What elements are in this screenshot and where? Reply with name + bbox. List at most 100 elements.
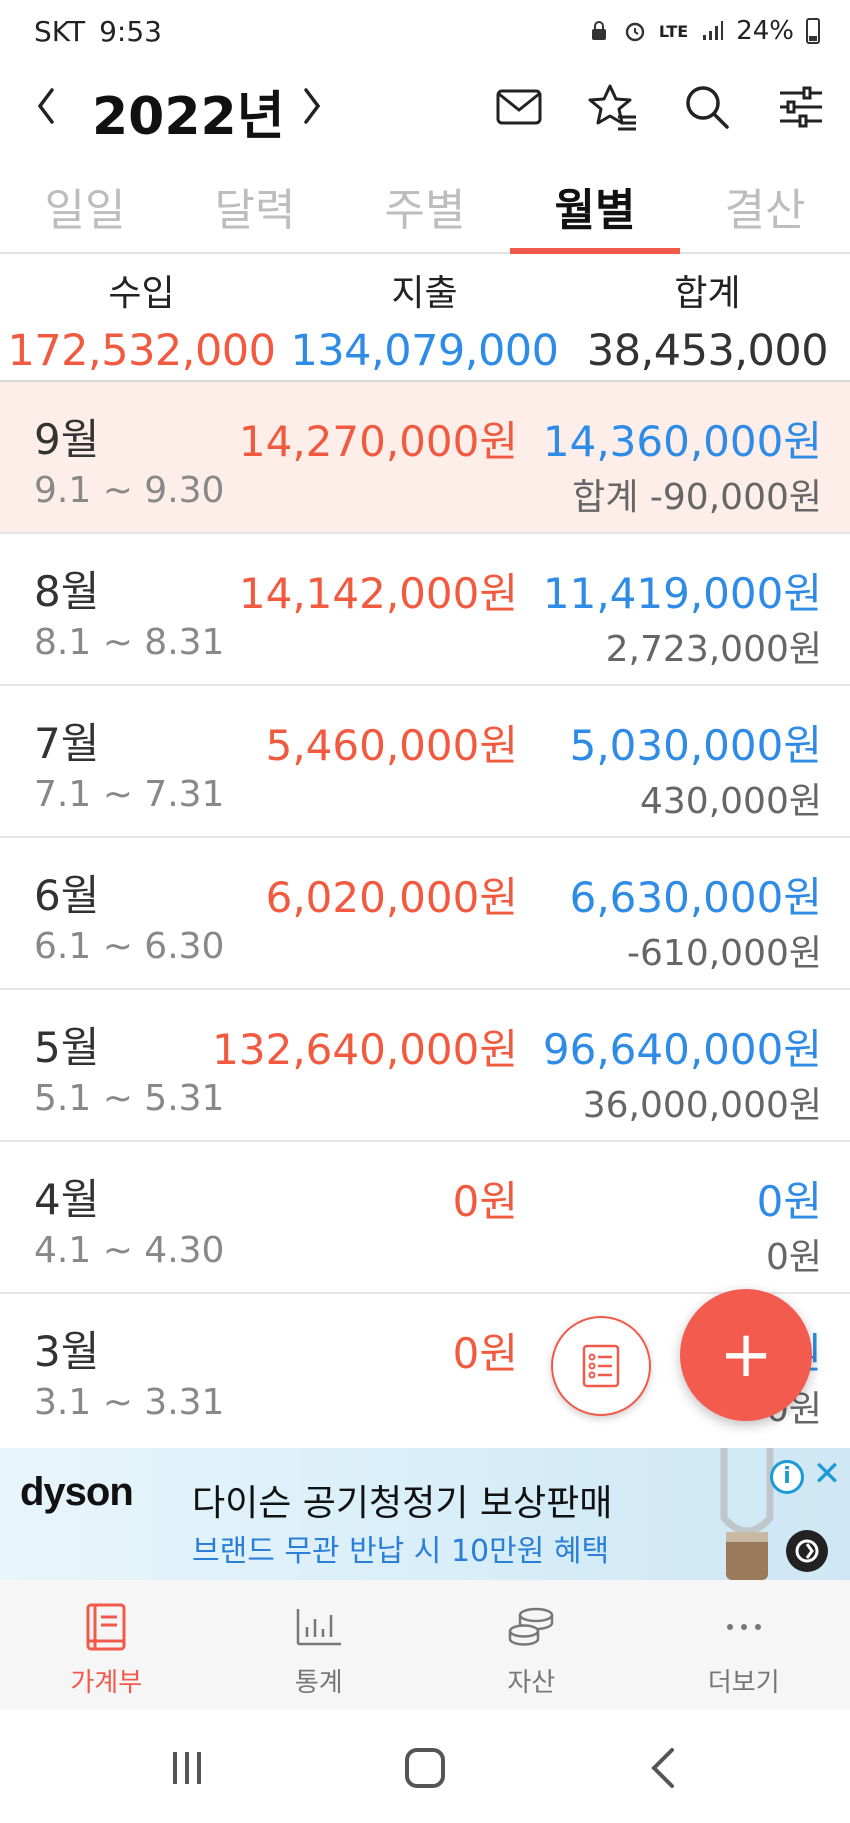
prev-year-button[interactable] [26, 80, 66, 132]
network-type-label: LTE [658, 21, 689, 41]
income-label: 수입 [108, 273, 175, 314]
home-button[interactable] [395, 1740, 455, 1796]
month-row-july[interactable]: 7월 7.1 ~ 7.31 5,460,000원 5,030,000원 430,… [0, 686, 850, 838]
nav-label: 자산 [507, 1668, 556, 1698]
nav-label: 가계부 [70, 1668, 143, 1698]
book-icon [81, 1602, 131, 1652]
filter-sliders-icon [780, 86, 822, 128]
plus-icon: + [719, 1318, 773, 1392]
month-row-june[interactable]: 6월 6.1 ~ 6.30 6,020,000원 6,630,000원 -610… [0, 838, 850, 990]
month-income: 14,142,000원 [238, 569, 518, 618]
month-name: 6월 [34, 871, 100, 920]
year-title: 2022년 [92, 87, 285, 147]
tab-calendar[interactable]: 달력 [170, 160, 340, 252]
nav-assets[interactable]: 자산 [425, 1580, 638, 1710]
month-income: 5,460,000원 [265, 721, 518, 770]
summary-income: 수입 172,532,000 [0, 256, 283, 376]
tab-daily[interactable]: 일일 [0, 160, 170, 252]
summary-expense: 지출 134,079,000 [283, 256, 566, 376]
recent-apps-button[interactable] [157, 1740, 217, 1796]
month-name: 9월 [34, 415, 100, 464]
month-expense: 5,030,000원 [569, 721, 822, 770]
bottom-nav: 가계부 통계 자산 더보기 [0, 1580, 850, 1710]
month-row-september[interactable]: 9월 9.1 ~ 9.30 14,270,000원 14,360,000원 합계… [0, 382, 850, 534]
battery-percent: 24% [736, 16, 794, 46]
star-list-icon [588, 84, 636, 131]
next-year-button[interactable] [292, 80, 332, 132]
month-expense: 6,630,000원 [569, 873, 822, 922]
nav-accountbook[interactable]: 가계부 [0, 1580, 213, 1710]
filter-button[interactable] [772, 78, 830, 136]
month-income: 0원 [452, 1329, 518, 1378]
mail-icon [496, 89, 542, 125]
more-dots-icon [719, 1602, 769, 1652]
month-row-may[interactable]: 5월 5.1 ~ 5.31 132,640,000원 96,640,000원 3… [0, 990, 850, 1142]
search-icon [686, 86, 729, 129]
total-label: 합계 [674, 273, 741, 314]
carrier-label: SKT [34, 14, 86, 48]
checklist-icon [582, 1344, 620, 1388]
ad-info-icon[interactable]: i [770, 1460, 804, 1494]
month-total: 0원 [765, 1237, 822, 1278]
month-total: 36,000,000원 [582, 1085, 822, 1126]
tab-summary[interactable]: 결산 [680, 160, 850, 252]
header: 2022년 [0, 62, 850, 152]
month-range: 8.1 ~ 8.31 [34, 622, 225, 663]
bar-chart-icon [294, 1602, 344, 1652]
ad-subtitle: 브랜드 무관 반납 시 10만원 혜택 [192, 1534, 610, 1569]
month-name: 5월 [34, 1023, 100, 1072]
month-total: 430,000원 [640, 781, 822, 822]
net-total: 38,453,000 [586, 326, 829, 376]
month-range: 4.1 ~ 4.30 [34, 1230, 225, 1271]
month-total: -610,000원 [627, 933, 822, 974]
month-range: 9.1 ~ 9.30 [34, 470, 225, 511]
ad-brand-logo: dyson [20, 1470, 134, 1514]
month-expense: 96,640,000원 [542, 1025, 822, 1074]
expense-total: 134,079,000 [290, 326, 559, 376]
month-income: 132,640,000원 [212, 1025, 518, 1074]
mail-button[interactable] [490, 78, 548, 136]
prev-arrow-icon [37, 88, 54, 124]
add-transaction-button[interactable]: + [680, 1289, 812, 1421]
month-income: 6,020,000원 [265, 873, 518, 922]
month-row-april[interactable]: 4월 4.1 ~ 4.30 0원 0원 0원 [0, 1142, 850, 1294]
month-expense: 11,419,000원 [542, 569, 822, 618]
income-total: 172,532,000 [7, 326, 276, 376]
month-name: 7월 [34, 719, 100, 768]
tab-weekly[interactable]: 주별 [340, 160, 510, 252]
bookmark-button[interactable] [584, 78, 642, 136]
back-button[interactable] [633, 1740, 693, 1796]
month-range: 7.1 ~ 7.31 [34, 774, 225, 815]
memo-list-button[interactable] [551, 1316, 651, 1416]
month-name: 3월 [34, 1327, 100, 1376]
tab-monthly[interactable]: 월별 [510, 160, 680, 254]
month-range: 3.1 ~ 3.31 [34, 1382, 225, 1423]
coins-icon [506, 1602, 556, 1652]
nav-label: 통계 [294, 1668, 343, 1698]
nav-more[interactable]: 더보기 [638, 1580, 850, 1710]
status-right: LTE 24% [587, 16, 820, 46]
status-left: SKT 9:53 [34, 15, 162, 48]
battery-icon [806, 18, 820, 44]
ad-close-icon[interactable]: ✕ [810, 1454, 844, 1494]
summary-total: 합계 38,453,000 [566, 256, 849, 376]
month-range: 5.1 ~ 5.31 [34, 1078, 225, 1119]
clock-label: 9:53 [99, 14, 162, 48]
ad-title: 다이슨 공기청정기 보상판매 [192, 1483, 613, 1524]
month-income: 0원 [452, 1177, 518, 1226]
expense-label: 지출 [391, 273, 458, 314]
search-button[interactable] [678, 78, 736, 136]
ad-banner[interactable]: dyson 다이슨 공기청정기 보상판매 브랜드 무관 반납 시 10만원 혜택… [0, 1448, 850, 1580]
month-name: 4월 [34, 1175, 100, 1224]
month-row-august[interactable]: 8월 8.1 ~ 8.31 14,142,000원 11,419,000원 2,… [0, 534, 850, 686]
alarm-icon [623, 19, 647, 43]
month-total: 2,723,000원 [605, 629, 822, 670]
month-list: 9월 9.1 ~ 9.30 14,270,000원 14,360,000원 합계… [0, 382, 850, 1446]
ad-play-icon[interactable] [786, 1530, 828, 1572]
status-bar: SKT 9:53 LTE 24% [0, 0, 850, 62]
month-total: 합계 -90,000원 [572, 477, 822, 518]
year-summary: 수입 172,532,000 지출 134,079,000 합계 38,453,… [0, 256, 850, 382]
recent-apps-icon [173, 1752, 201, 1784]
back-icon [651, 1748, 674, 1788]
nav-statistics[interactable]: 통계 [213, 1580, 426, 1710]
